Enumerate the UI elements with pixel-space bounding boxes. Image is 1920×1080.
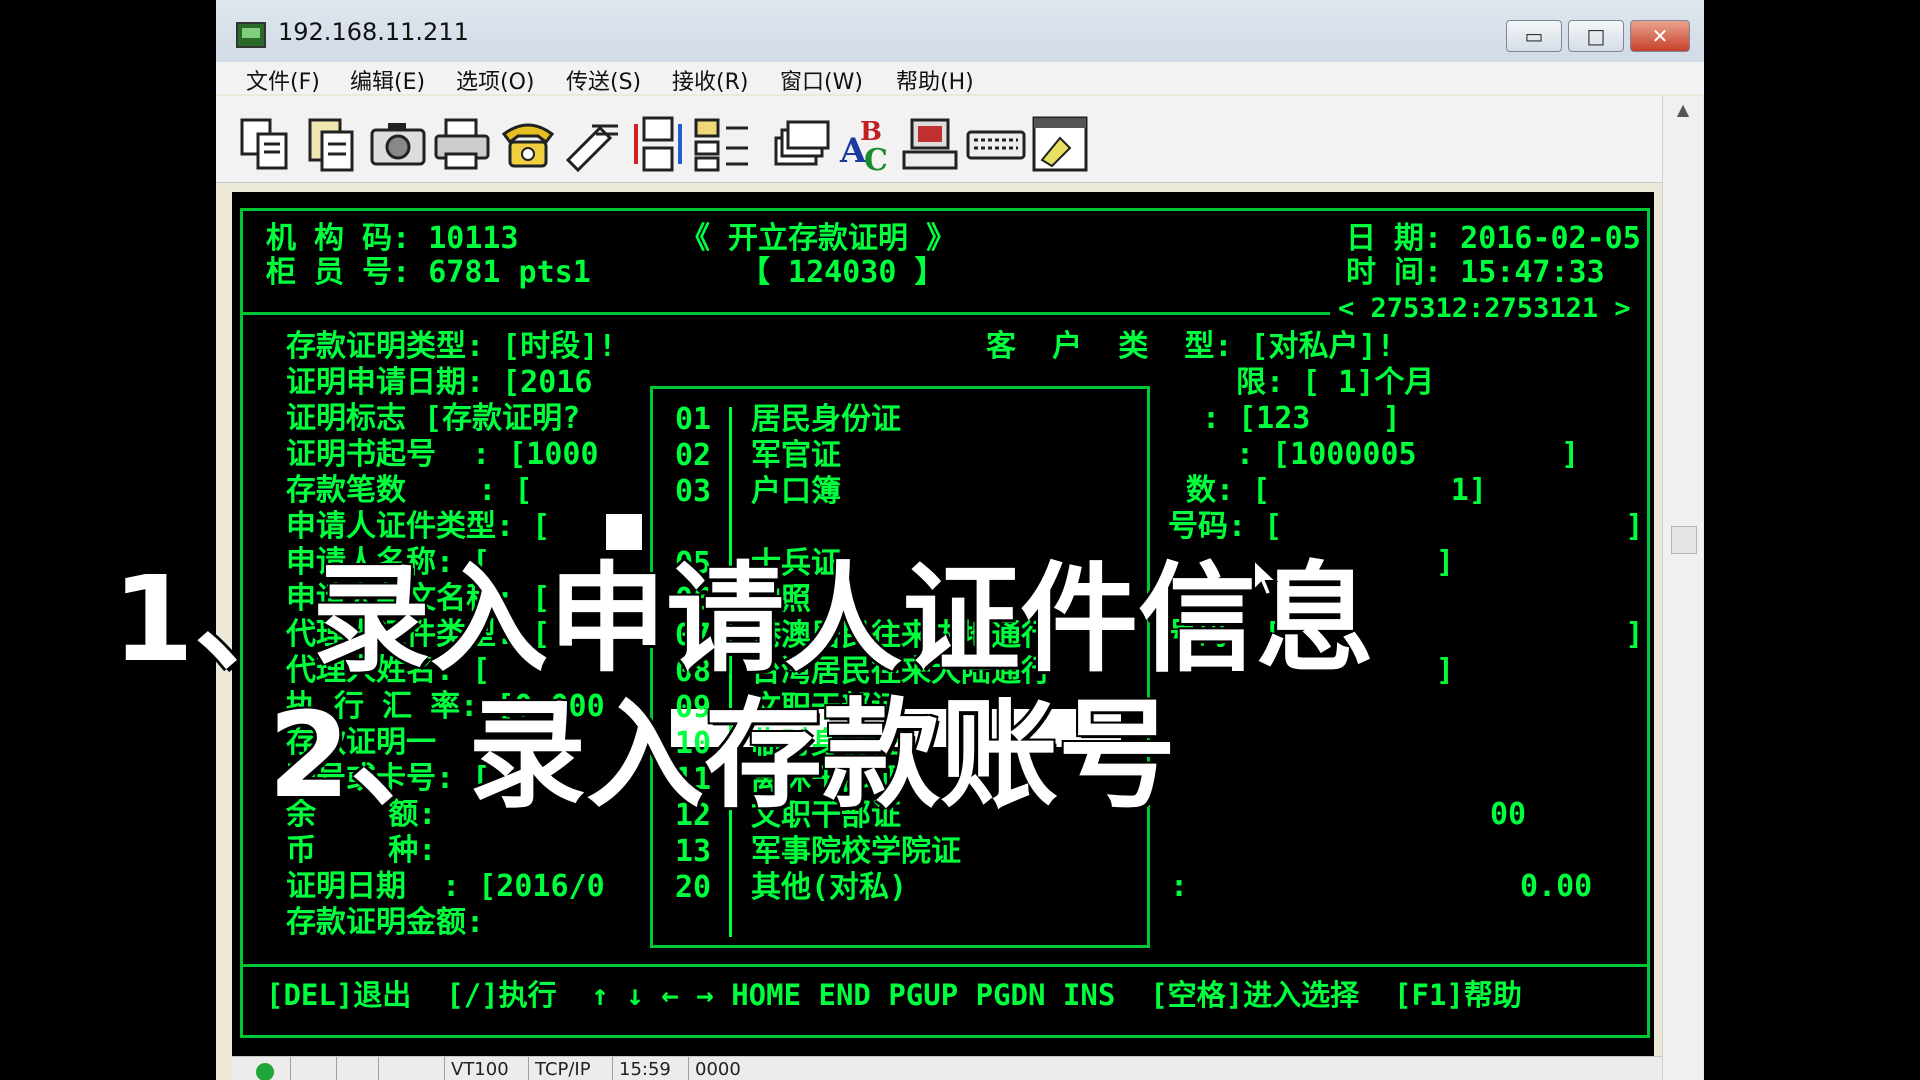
screen-title: 《 开立存款证明 》	[680, 221, 957, 256]
transaction-code: 【 124030 】	[740, 255, 945, 290]
field-right-count[interactable]: 数: [ 1]	[1186, 474, 1487, 508]
field-cert-type[interactable]: 存款证明类型: [时段]!	[286, 330, 616, 364]
menu-window[interactable]: 窗口(W)	[780, 64, 863, 96]
connection-status-icon	[256, 1063, 274, 1080]
menu-send[interactable]: 传送(S)	[566, 64, 641, 96]
window-title: 192.168.11.211	[278, 18, 469, 46]
field-right-4[interactable]: : [1000005 ]	[1236, 438, 1579, 472]
org-code: 机 构 码: 10113	[266, 221, 519, 256]
mouse-pointer-icon	[1253, 558, 1278, 597]
popup-option[interactable]: 军事院校学院证	[751, 835, 961, 869]
field-cert-start-no[interactable]: 证明书起号 : [1000	[286, 438, 599, 472]
input-caret	[606, 514, 642, 550]
field-right-colon: :	[1170, 869, 1189, 904]
status-cell	[336, 1057, 379, 1080]
title-bar[interactable]: 192.168.11.211 ▭ □ ✕	[216, 0, 1704, 71]
popup-option[interactable]: 军官证	[751, 439, 841, 473]
telephone-icon[interactable]	[498, 114, 558, 174]
close-button[interactable]: ✕	[1630, 20, 1690, 52]
date-display: 日 期: 2016-02-05	[1346, 221, 1641, 256]
teller-id: 柜 员 号: 6781 pts1	[266, 255, 591, 290]
file-list-icon[interactable]	[692, 114, 752, 174]
footer-divider	[240, 964, 1650, 967]
popup-code[interactable]: 02	[675, 439, 711, 473]
paste-icon[interactable]	[302, 114, 362, 174]
svg-text:C: C	[864, 143, 888, 174]
popup-option[interactable]: 居民身份证	[751, 403, 901, 437]
edit-icon[interactable]	[1030, 114, 1090, 174]
menu-help[interactable]: 帮助(H)	[896, 64, 974, 96]
field-applicant-id-number[interactable]: 号码: [ ]	[1168, 510, 1643, 544]
status-code: 0000	[688, 1057, 775, 1080]
field-right-3[interactable]: : [123 ]	[1202, 402, 1401, 436]
status-cell	[378, 1057, 445, 1080]
field-cert-date[interactable]: 证明日期 : [2016/0	[286, 870, 605, 904]
field-customer-type[interactable]: 客 户 类 型: [对私户]!	[986, 330, 1395, 364]
field-deposit-count[interactable]: 存款笔数 : [	[286, 474, 532, 508]
menu-options[interactable]: 选项(O)	[456, 64, 534, 96]
field-apply-date[interactable]: 证明申请日期: [2016	[286, 366, 592, 400]
field-balance-value: 00	[1490, 797, 1527, 832]
menu-file[interactable]: 文件(F)	[246, 64, 320, 96]
field-period[interactable]: 限: [ 1]个月	[1236, 366, 1434, 400]
record-navigator[interactable]: < 275312:2753121 >	[1338, 292, 1631, 326]
scroll-thumb[interactable]	[1671, 526, 1697, 554]
keyboard-icon[interactable]	[966, 114, 1026, 174]
status-terminal-type: VT100	[444, 1057, 531, 1080]
header-divider	[240, 312, 1330, 315]
field-applicant-id-type[interactable]: 申请人证件类型: [	[286, 510, 550, 544]
status-bar: VT100 TCP/IP 15:59 0000	[232, 1056, 1662, 1080]
popup-code[interactable]: 03	[675, 475, 711, 509]
function-key-footer: [DEL]退出 [/]执行 ↑ ↓ ← → HOME END PGUP PGDN…	[266, 978, 1522, 1012]
popup-option[interactable]: 其他(对私)	[751, 871, 907, 905]
menu-bar: 文件(F) 编辑(E) 选项(O) 传送(S) 接收(R) 窗口(W) 帮助(H…	[216, 62, 1704, 96]
status-protocol: TCP/IP	[528, 1057, 615, 1080]
terminal-window: 192.168.11.211 ▭ □ ✕ 文件(F) 编辑(E) 选项(O) 传…	[216, 0, 1704, 1080]
popup-option-selected[interactable]: 警官证	[751, 511, 841, 545]
field-cert-amount: 存款证明金额:	[286, 905, 485, 940]
copy-icon[interactable]	[236, 114, 296, 174]
camera-icon[interactable]	[368, 114, 428, 174]
stack-icon[interactable]	[772, 114, 832, 174]
menu-receive[interactable]: 接收(R)	[672, 64, 748, 96]
popup-code[interactable]: 13	[675, 835, 711, 869]
caption-step-2: 2、录入存款账号	[268, 686, 1177, 824]
time-display: 时 间: 15:47:33	[1346, 255, 1605, 290]
popup-option[interactable]: 户口簿	[751, 475, 841, 509]
spellcheck-icon[interactable]: ACB	[836, 114, 896, 174]
toolbar: ACB	[216, 96, 1676, 183]
field-right-close-1: ]	[1436, 545, 1455, 580]
field-cert-flag[interactable]: 证明标志 [存款证明?	[286, 402, 580, 436]
status-cell	[290, 1057, 337, 1080]
svg-text:B: B	[860, 117, 882, 147]
popup-code[interactable]: 20	[675, 871, 711, 905]
transfer-icon[interactable]	[628, 114, 688, 174]
vertical-scrollbar[interactable]: ▲	[1662, 96, 1703, 1080]
status-time: 15:59	[612, 1057, 689, 1080]
maximize-button[interactable]: □	[1568, 20, 1624, 52]
printer-icon[interactable]	[432, 114, 492, 174]
popup-code-selected[interactable]: 04	[675, 511, 711, 545]
send-icon[interactable]	[562, 114, 622, 174]
terminal-icon[interactable]	[900, 114, 960, 174]
caption-step-1: 1、录入申请人证件信息	[112, 550, 1375, 688]
minimize-button[interactable]: ▭	[1506, 20, 1562, 52]
terminal-app-icon	[236, 22, 266, 48]
field-currency: 币 种:	[286, 833, 437, 868]
field-right-close-2: ]	[1436, 653, 1455, 688]
field-amount-value: 0.00	[1520, 869, 1593, 904]
scroll-up-arrow-icon[interactable]: ▲	[1663, 96, 1703, 124]
menu-edit[interactable]: 编辑(E)	[350, 64, 425, 96]
popup-code[interactable]: 01	[675, 403, 711, 437]
